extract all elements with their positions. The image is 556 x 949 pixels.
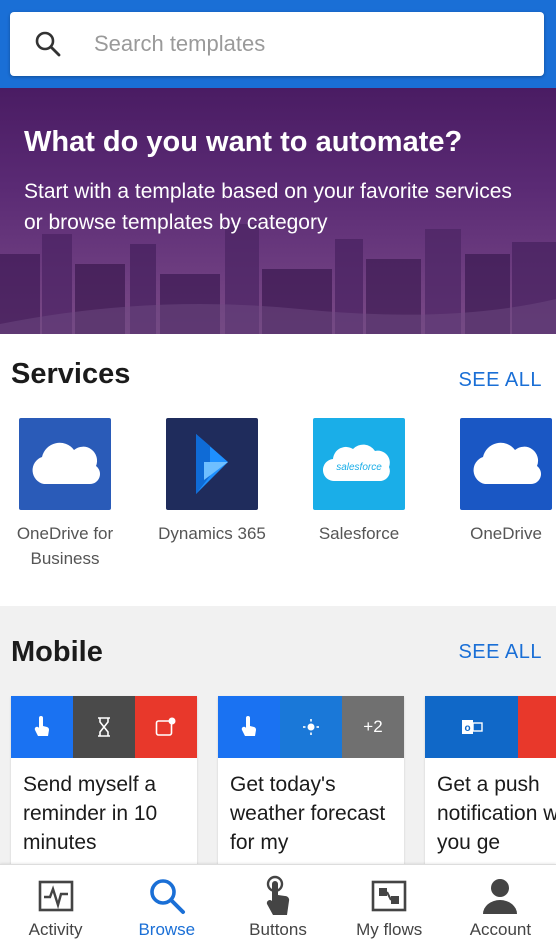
nav-label: Browse [138, 920, 196, 939]
card-title: Get today's weather forecast for my [230, 773, 386, 854]
service-salesforce[interactable]: salesforce Salesforce [299, 418, 419, 546]
hourglass-icon [73, 696, 135, 758]
card-title: Get a push notification when you ge [437, 773, 556, 854]
card-icons: +2 [218, 696, 404, 758]
nav-label: Activity [28, 920, 83, 939]
nav-buttons[interactable]: Buttons [222, 865, 333, 949]
services-see-all-link[interactable]: SEE ALL [458, 369, 542, 392]
service-dynamics-365[interactable]: Dynamics 365 [152, 418, 272, 546]
weather-sun-icon [280, 696, 342, 758]
services-title: Services [11, 358, 131, 390]
hero-subtitle: Start with a template based on your favo… [24, 180, 512, 234]
svg-text:salesforce: salesforce [336, 462, 382, 473]
button-tap-icon [218, 696, 280, 758]
outlook-icon: o [425, 696, 518, 758]
browse-search-icon [111, 874, 222, 918]
hero-title: What do you want to automate? [24, 126, 463, 158]
nav-activity[interactable]: Activity [0, 865, 111, 949]
activity-icon [0, 874, 111, 918]
onedrive-cloud-icon [460, 418, 552, 510]
mobile-see-all-link[interactable]: SEE ALL [458, 641, 542, 664]
more-count-badge: +2 [342, 696, 404, 758]
card-icons [11, 696, 197, 758]
search-icon [35, 31, 61, 57]
hero-banner: What do you want to automate? Start with… [0, 88, 556, 334]
nav-browse[interactable]: Browse [111, 865, 222, 949]
buttons-tap-icon [222, 874, 333, 918]
nav-label: Account [469, 920, 532, 939]
service-onedrive[interactable]: OneDrive [446, 418, 556, 546]
account-icon [445, 874, 556, 918]
onedrive-cloud-icon [19, 418, 111, 510]
service-label: Salesforce [318, 524, 400, 543]
service-label: Dynamics 365 [158, 524, 266, 543]
salesforce-icon: salesforce [313, 418, 405, 510]
service-onedrive-business[interactable]: OneDrive for Business [5, 418, 125, 571]
service-label: OneDrive [470, 524, 542, 543]
services-section: Services SEE ALL OneDrive for Business D… [0, 334, 556, 606]
bottom-navigation: Activity Browse Buttons My flows Account [0, 864, 556, 949]
search-input[interactable] [94, 24, 524, 64]
nav-label: Buttons [249, 920, 307, 939]
nav-my-flows[interactable]: My flows [334, 865, 445, 949]
mobile-title: Mobile [11, 636, 103, 668]
notification-icon [135, 696, 197, 758]
search-header [0, 0, 556, 88]
nav-label: My flows [356, 920, 423, 939]
card-icons: o [425, 696, 556, 758]
search-box[interactable] [10, 12, 544, 76]
button-tap-icon [11, 696, 73, 758]
my-flows-icon [334, 874, 445, 918]
dynamics-icon [166, 418, 258, 510]
card-title: Send myself a reminder in 10 minutes [23, 773, 158, 854]
service-label: OneDrive for Business [16, 524, 114, 568]
svg-text:o: o [464, 723, 470, 734]
nav-account[interactable]: Account [445, 865, 556, 949]
notification-icon [518, 696, 556, 758]
